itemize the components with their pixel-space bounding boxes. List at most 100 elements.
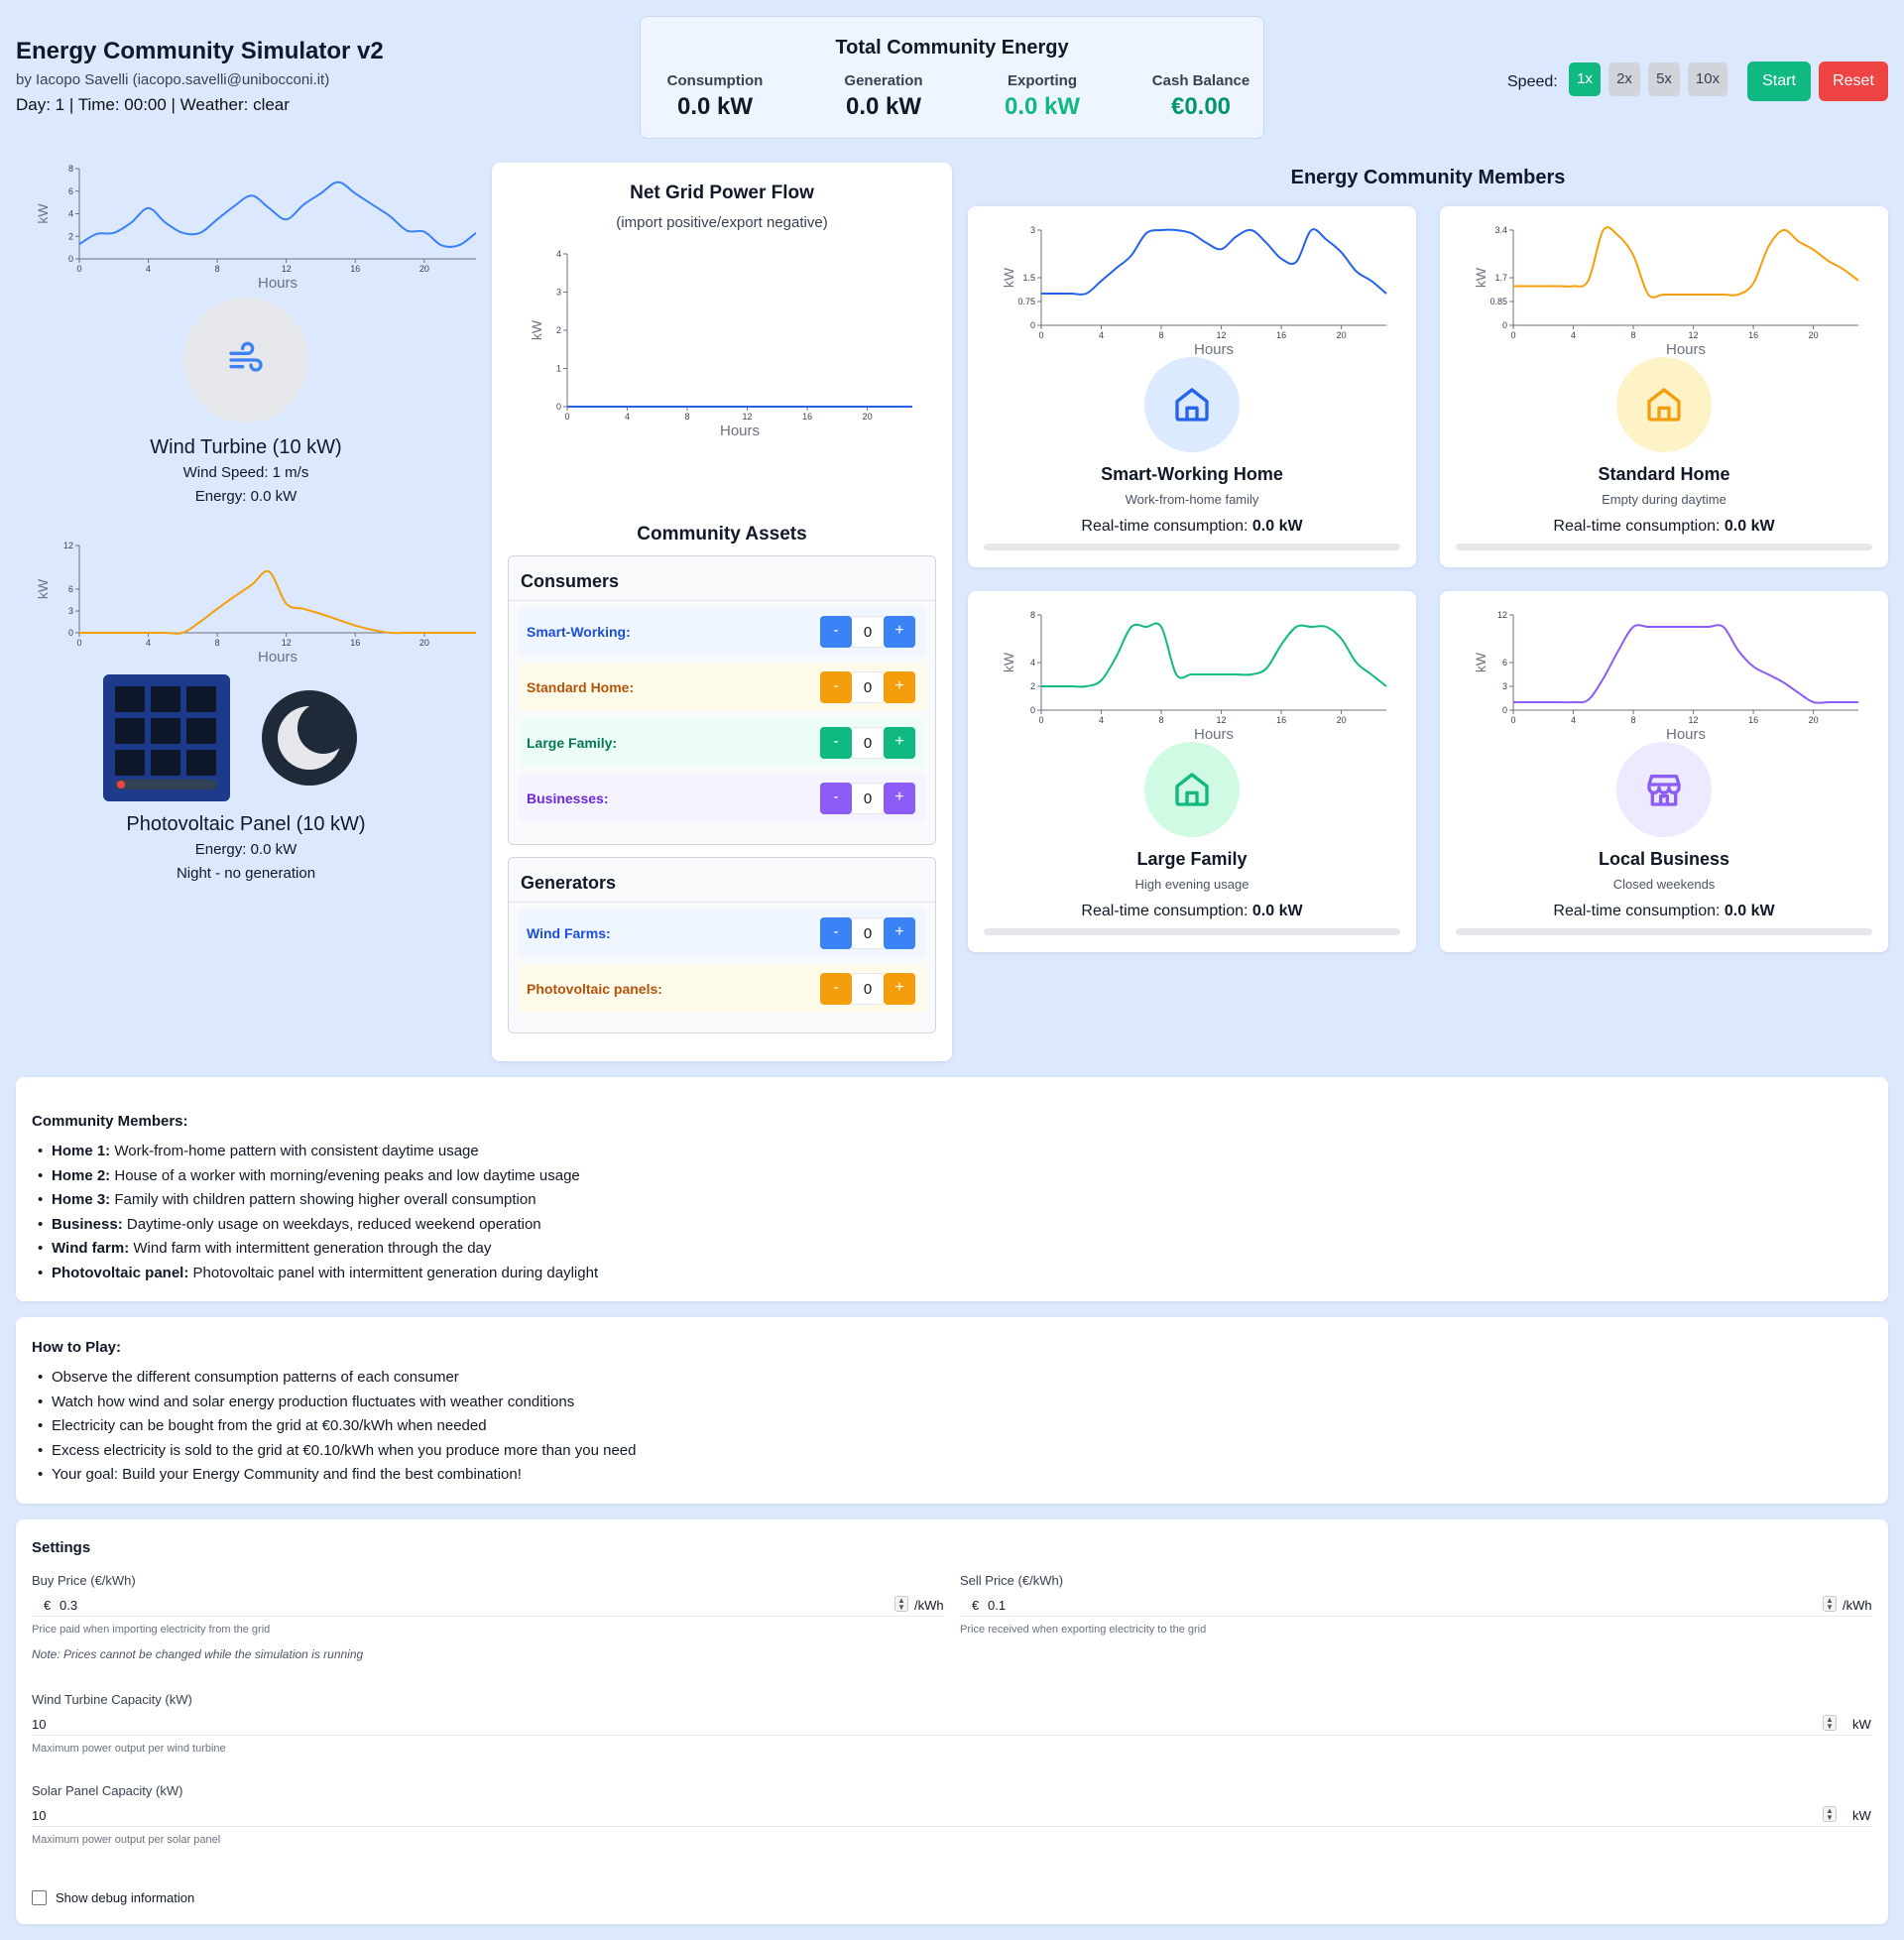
y-axis-label: kW [1002, 267, 1016, 288]
speed-1x-button[interactable]: 1x [1569, 62, 1601, 96]
member-info-term: Business: [52, 1215, 123, 1233]
consumer-stepper: -0 + [820, 616, 915, 648]
speed-10x-button[interactable]: 10x [1688, 62, 1727, 96]
generators-title: Generators [509, 858, 935, 903]
home-icon [1647, 388, 1681, 422]
consumption-value: 0.0 kW [676, 93, 754, 120]
x-axis-label: Hours [258, 275, 298, 292]
speed-2x-button[interactable]: 2x [1608, 62, 1640, 96]
solar-energy: Energy: 0.0 kW [194, 841, 298, 858]
solar-capacity-field[interactable]: 10 ▲ ▼ kW [32, 1801, 1872, 1827]
x-tick-label: 0 [76, 264, 81, 274]
debug-checkbox[interactable] [32, 1890, 47, 1905]
member-description: Closed weekends [1612, 877, 1716, 892]
y-tick-label: 0.75 [1017, 297, 1035, 306]
member-realtime: Real-time consumption: 0.0 kW [1440, 518, 1888, 536]
consumer-row: Standard Home: -0 + [519, 664, 925, 711]
realtime-value: 0.0 kW [1251, 903, 1303, 919]
wind-capacity-unit: kW [1852, 1717, 1871, 1732]
decrement-button[interactable]: - [820, 616, 852, 648]
solar-capacity-value[interactable]: 10 [32, 1808, 46, 1823]
wind-capacity-field[interactable]: 10 ▲ ▼ kW [32, 1710, 1872, 1736]
sell-price-value[interactable]: 0.1 [988, 1598, 1006, 1613]
reset-button[interactable]: Reset [1819, 61, 1888, 101]
consumers-title: Consumers [509, 556, 935, 601]
increment-button[interactable]: + [884, 973, 915, 1005]
y-tick-label: 0.85 [1489, 297, 1507, 306]
x-axis-label: Hours [1194, 726, 1234, 743]
increment-button[interactable]: + [884, 783, 915, 814]
member-chart: 0 4 8 12 16 20 0 0.75 1.5 3 Hours kW [1002, 225, 1387, 358]
x-tick-label: 8 [215, 638, 220, 648]
member-icon-circle [1616, 742, 1712, 837]
consumption-bar [984, 544, 1400, 550]
y-tick-label: 4 [1030, 658, 1035, 667]
cash-value: €0.00 [1170, 93, 1232, 120]
member-chart: 0 4 8 12 16 20 0 0.85 1.7 3.4 Hours kW [1474, 225, 1859, 358]
buy-price-value[interactable]: 0.3 [60, 1598, 77, 1613]
decrement-button[interactable]: - [820, 973, 852, 1005]
decrement-button[interactable]: - [820, 917, 852, 949]
consumers-section: Consumers Smart-Working: -0 + Standard Home… [508, 555, 936, 845]
x-tick-label: 16 [1276, 715, 1286, 725]
wind-speed: Wind Speed: 1 m/s [182, 464, 309, 481]
total-consumption: Consumption 0.0 kW [641, 72, 789, 121]
member-info-term: Photovoltaic panel: [52, 1264, 189, 1281]
wind-capacity-spinner[interactable]: ▲ ▼ [1823, 1715, 1837, 1731]
buy-price-spinner[interactable]: ▲ ▼ [894, 1596, 908, 1612]
community-members-info-title: Community Members: [32, 1113, 188, 1130]
sell-price-spinner[interactable]: ▲ ▼ [1823, 1596, 1837, 1612]
increment-button[interactable]: + [884, 727, 915, 759]
total-energy-panel: Total Community Energy Consumption 0.0 k… [640, 16, 1264, 139]
y-tick-label: 3 [556, 288, 561, 298]
generator-count: 0 [852, 973, 884, 1005]
increment-button[interactable]: + [884, 671, 915, 703]
y-axis-label: kW [530, 319, 544, 340]
series-line [1041, 622, 1387, 688]
x-tick-label: 4 [1571, 715, 1576, 725]
solar-capacity-spinner[interactable]: ▲ ▼ [1823, 1806, 1837, 1822]
generator-row: Photovoltaic panels: -0 + [519, 965, 925, 1013]
solar-note: Night - no generation [176, 865, 316, 882]
consumption-label: Consumption [666, 72, 764, 89]
member-info-desc: House of a worker with morning/evening p… [110, 1166, 580, 1184]
wind-capacity-value[interactable]: 10 [32, 1717, 46, 1732]
y-tick-label: 4 [68, 209, 73, 219]
realtime-value: 0.0 kW [1724, 903, 1775, 919]
assets-title: Community Assets [637, 524, 807, 545]
member-info-desc: Family with children pattern showing hig… [110, 1191, 536, 1208]
speed-5x-button[interactable]: 5x [1648, 62, 1680, 96]
solar-capacity-label: Solar Panel Capacity (kW) [32, 1783, 183, 1798]
decrement-button[interactable]: - [820, 671, 852, 703]
member-info-term: Home 2: [52, 1166, 111, 1184]
solar-capacity-hint: Maximum power output per solar panel [32, 1834, 221, 1846]
exporting-label: Exporting [1008, 72, 1077, 89]
y-tick-label: 6 [1502, 658, 1507, 667]
increment-button[interactable]: + [884, 917, 915, 949]
members-title: Energy Community Members [1290, 167, 1566, 188]
series-line [78, 181, 476, 248]
y-tick-label: 3 [1030, 225, 1035, 235]
series-line [1513, 624, 1858, 704]
x-tick-label: 20 [1337, 330, 1347, 340]
decrement-button[interactable]: - [820, 727, 852, 759]
member-realtime: Real-time consumption: 0.0 kW [968, 903, 1416, 920]
decrement-button[interactable]: - [820, 783, 852, 814]
grid-and-assets-card: Net Grid Power Flow (import positive/exp… [492, 163, 952, 1061]
buy-price-field[interactable]: € 0.3 ▲ ▼ /kWh [32, 1591, 944, 1617]
member-description: Work-from-home family [1125, 492, 1259, 507]
x-axis-label: Hours [1194, 341, 1234, 358]
increment-button[interactable]: + [884, 616, 915, 648]
member-name: Large Family [1136, 849, 1248, 869]
sell-price-field[interactable]: € 0.1 ▲ ▼ /kWh [960, 1591, 1872, 1617]
start-button[interactable]: Start [1747, 61, 1811, 101]
member-card: 0 4 8 12 16 20 0 2 4 8 Hours kW Large Family High eve… [968, 591, 1416, 952]
community-members-info: Community Members: Home 1: Work-from-hom… [16, 1077, 1888, 1301]
consumer-stepper: -0 + [820, 671, 915, 703]
moon-icon-circle [262, 690, 357, 786]
series-line [78, 569, 476, 635]
solar-panel-icon [115, 686, 216, 789]
consumer-row: Businesses: -0 + [519, 775, 925, 822]
solar-chart: 0 4 8 12 16 2003612HourskW [36, 541, 476, 666]
x-tick-label: 4 [1099, 715, 1104, 725]
